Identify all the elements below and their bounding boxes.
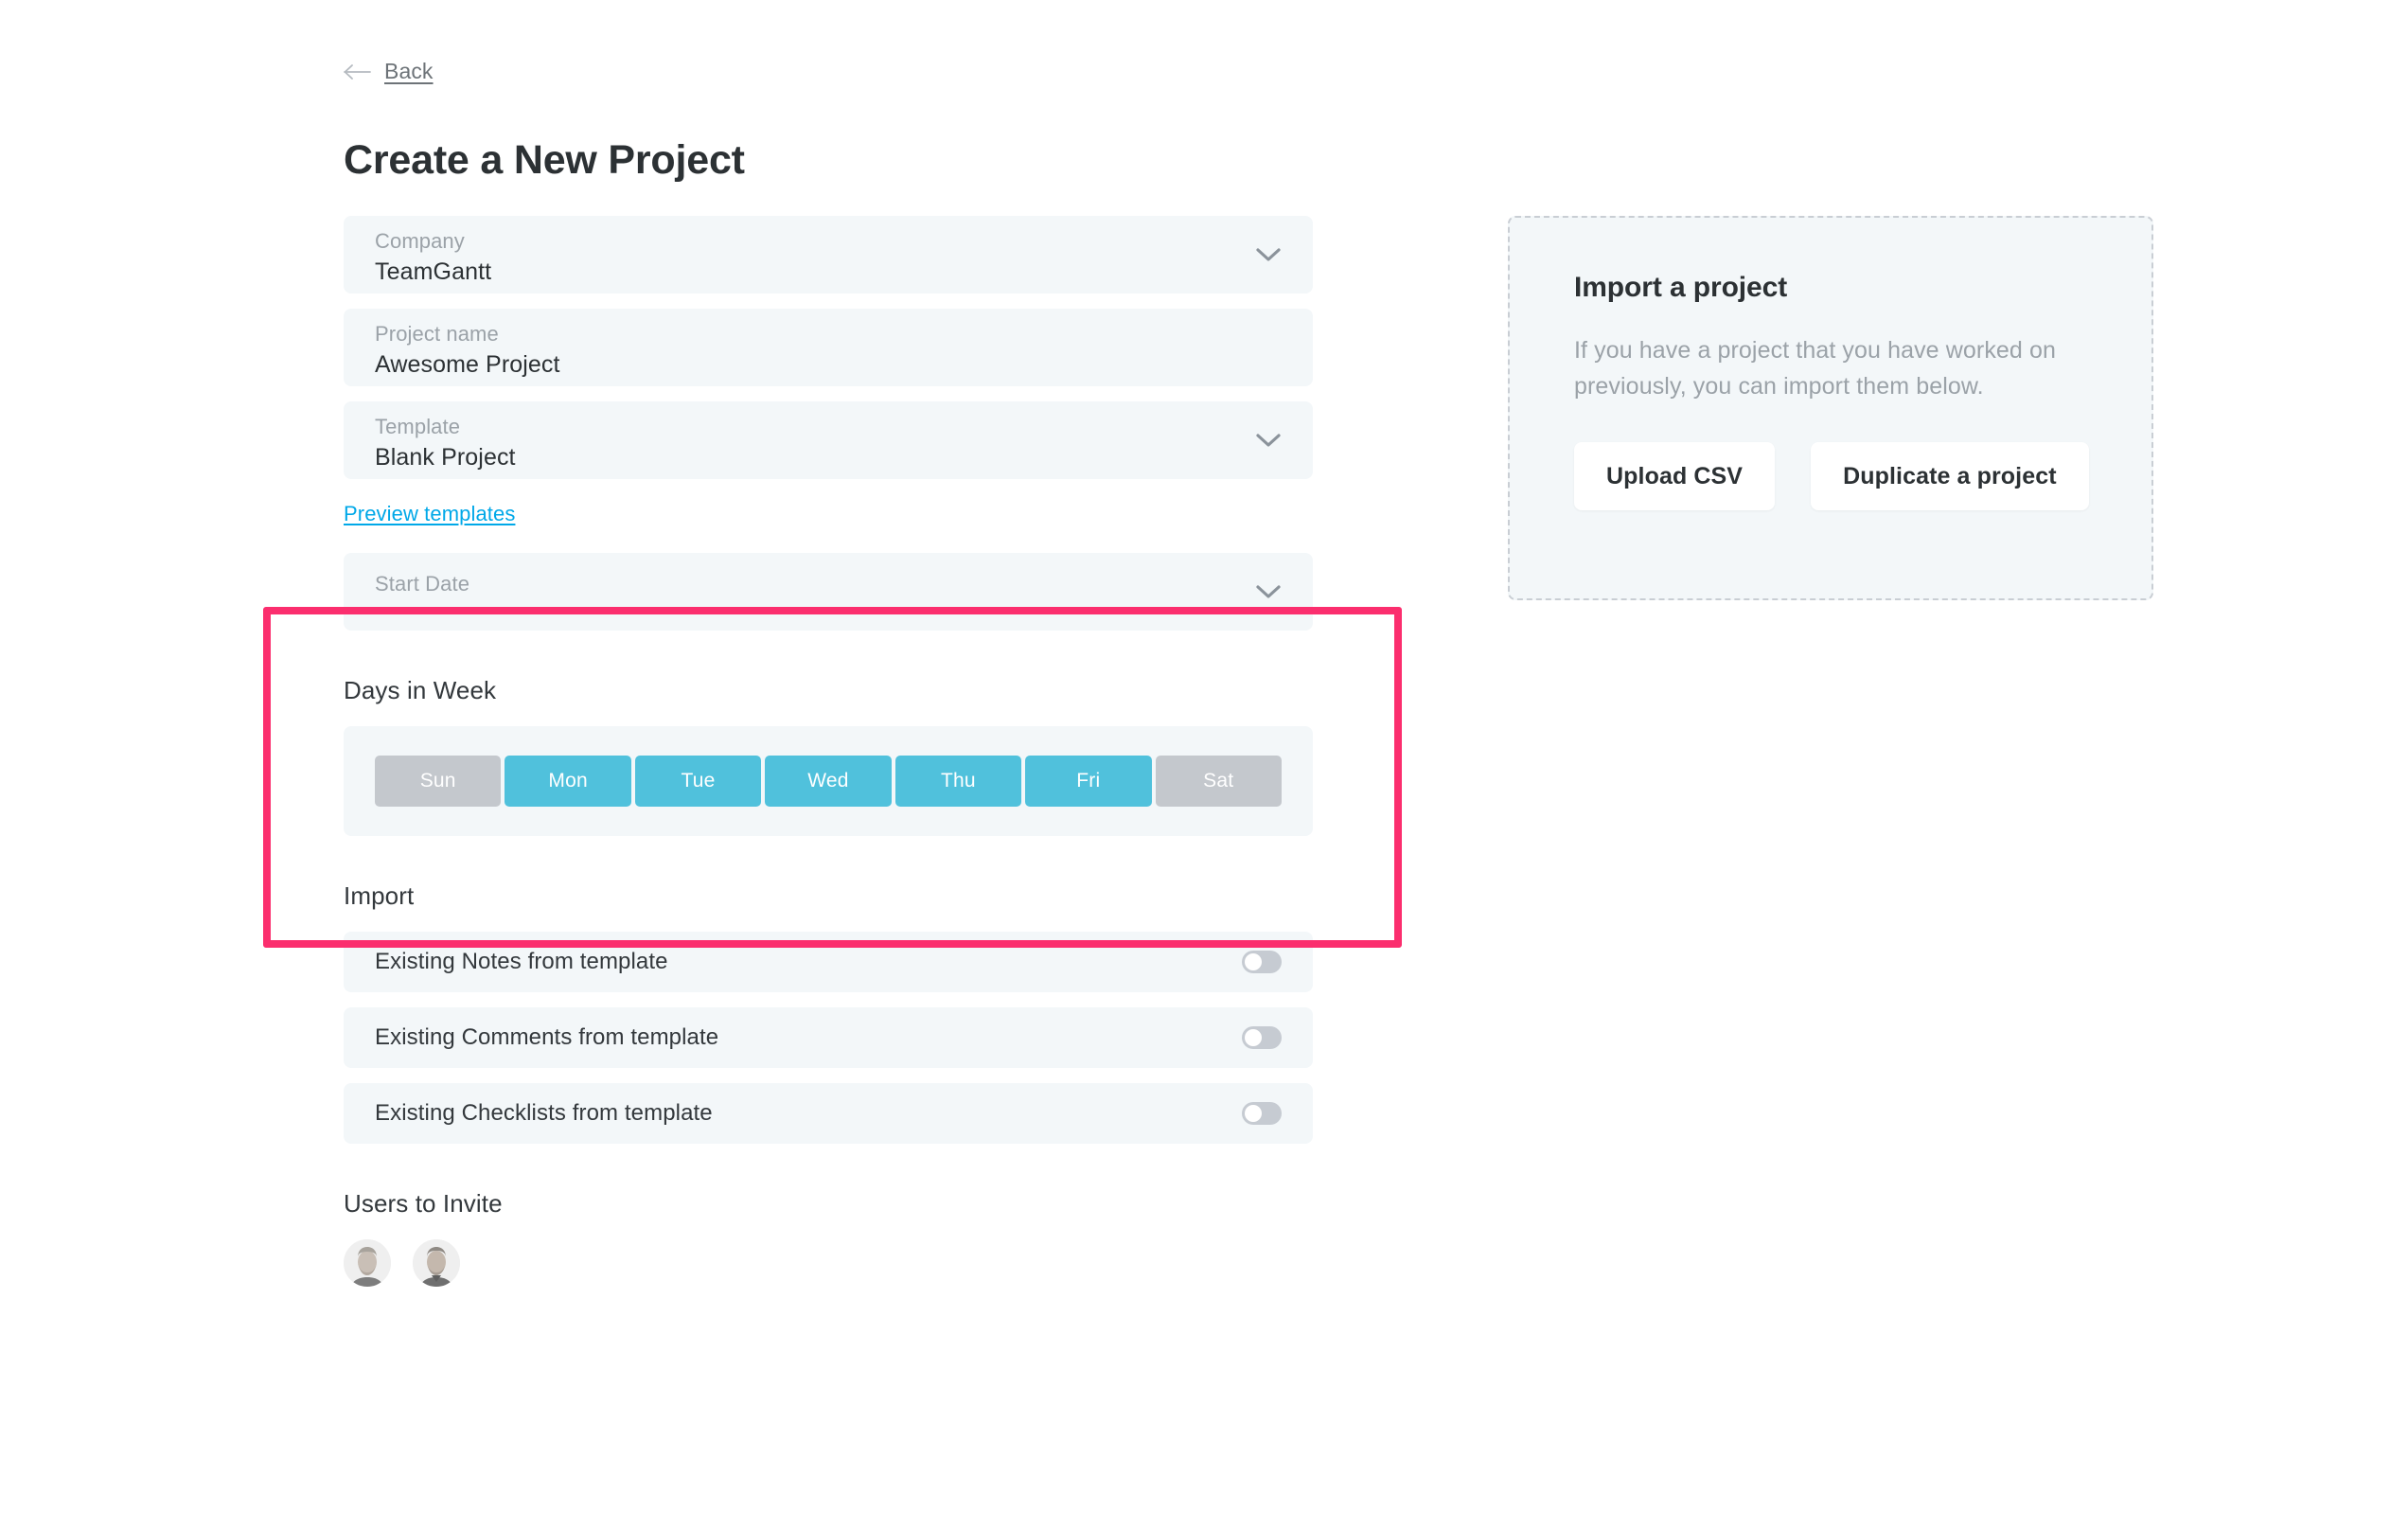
toggle-label-comments: Existing Comments from template	[375, 1024, 719, 1050]
toggle-switch-comments[interactable]	[1242, 1026, 1282, 1049]
project-name-label: Project name	[375, 322, 499, 346]
company-value: TeamGantt	[375, 258, 492, 285]
toggle-label-notes: Existing Notes from template	[375, 949, 668, 974]
users-to-invite-list	[344, 1239, 1313, 1287]
avatar-image	[413, 1239, 460, 1287]
avatar-image	[344, 1239, 391, 1287]
users-to-invite-heading: Users to Invite	[344, 1189, 503, 1218]
day-button-wed[interactable]: Wed	[765, 756, 892, 807]
start-date-wrapper: Start Date	[344, 553, 1313, 631]
import-heading: Import	[344, 881, 415, 910]
page-title: Create a New Project	[344, 136, 745, 183]
toggle-switch-checklists[interactable]	[1242, 1102, 1282, 1125]
day-button-fri[interactable]: Fri	[1025, 756, 1152, 807]
upload-csv-button[interactable]: Upload CSV	[1574, 442, 1776, 510]
day-button-sat[interactable]: Sat	[1155, 756, 1282, 807]
toggle-row-comments[interactable]: Existing Comments from template	[344, 1007, 1313, 1068]
back-link[interactable]: Back	[344, 59, 434, 84]
avatar-user-2[interactable]	[413, 1239, 460, 1287]
toggle-label-checklists: Existing Checklists from template	[375, 1100, 713, 1126]
arrow-left-icon	[344, 63, 371, 80]
company-select[interactable]: Company TeamGantt	[344, 216, 1313, 294]
back-label: Back	[384, 59, 434, 83]
company-label: Company	[375, 229, 465, 253]
days-in-week-heading: Days in Week	[344, 676, 497, 704]
days-in-week-panel: Sun Mon Tue Wed Thu Fri Sat	[344, 726, 1313, 836]
project-form: Company TeamGantt Project name Awesome P…	[344, 216, 1313, 1287]
toggle-knob	[1245, 1105, 1262, 1122]
day-button-sun[interactable]: Sun	[375, 756, 502, 807]
import-card-buttons: Upload CSV Duplicate a project	[1574, 442, 2089, 510]
duplicate-project-button[interactable]: Duplicate a project	[1811, 442, 2089, 510]
project-name-value: Awesome Project	[375, 351, 560, 378]
toggle-row-notes[interactable]: Existing Notes from template	[344, 932, 1313, 992]
start-date-label: Start Date	[375, 572, 470, 596]
day-button-thu[interactable]: Thu	[894, 756, 1022, 807]
template-value: Blank Project	[375, 444, 516, 471]
day-button-tue[interactable]: Tue	[634, 756, 762, 807]
days-row: Sun Mon Tue Wed Thu Fri Sat	[375, 756, 1282, 807]
toggle-row-checklists[interactable]: Existing Checklists from template	[344, 1083, 1313, 1144]
chevron-down-icon	[1256, 585, 1281, 598]
import-card-description: If you have a project that you have work…	[1574, 337, 2056, 400]
template-label: Template	[375, 415, 461, 438]
chevron-down-icon	[1256, 248, 1281, 261]
preview-templates-link[interactable]: Preview templates	[344, 502, 515, 526]
avatar-user-1[interactable]	[344, 1239, 391, 1287]
template-select[interactable]: Template Blank Project	[344, 401, 1313, 479]
import-card-title: Import a project	[1574, 272, 1788, 303]
project-name-input[interactable]: Project name Awesome Project	[344, 309, 1313, 386]
toggle-switch-notes[interactable]	[1242, 951, 1282, 973]
chevron-down-icon	[1256, 434, 1281, 447]
start-date-select[interactable]: Start Date	[344, 553, 1313, 631]
import-a-project-card: Import a project If you have a project t…	[1508, 216, 2153, 600]
toggle-knob	[1245, 1029, 1262, 1046]
create-project-page: Back Create a New Project Company TeamGa…	[0, 0, 2408, 1530]
day-button-mon[interactable]: Mon	[505, 756, 631, 807]
toggle-knob	[1245, 953, 1262, 970]
